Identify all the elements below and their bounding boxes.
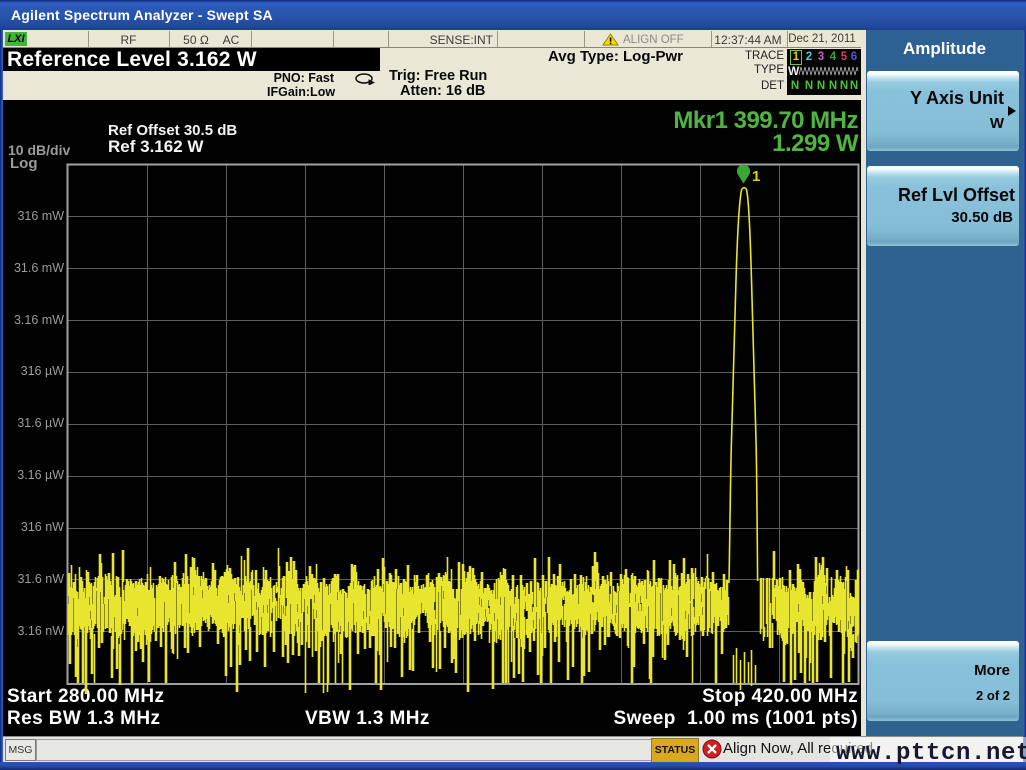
svg-text:1: 1: [752, 168, 760, 185]
